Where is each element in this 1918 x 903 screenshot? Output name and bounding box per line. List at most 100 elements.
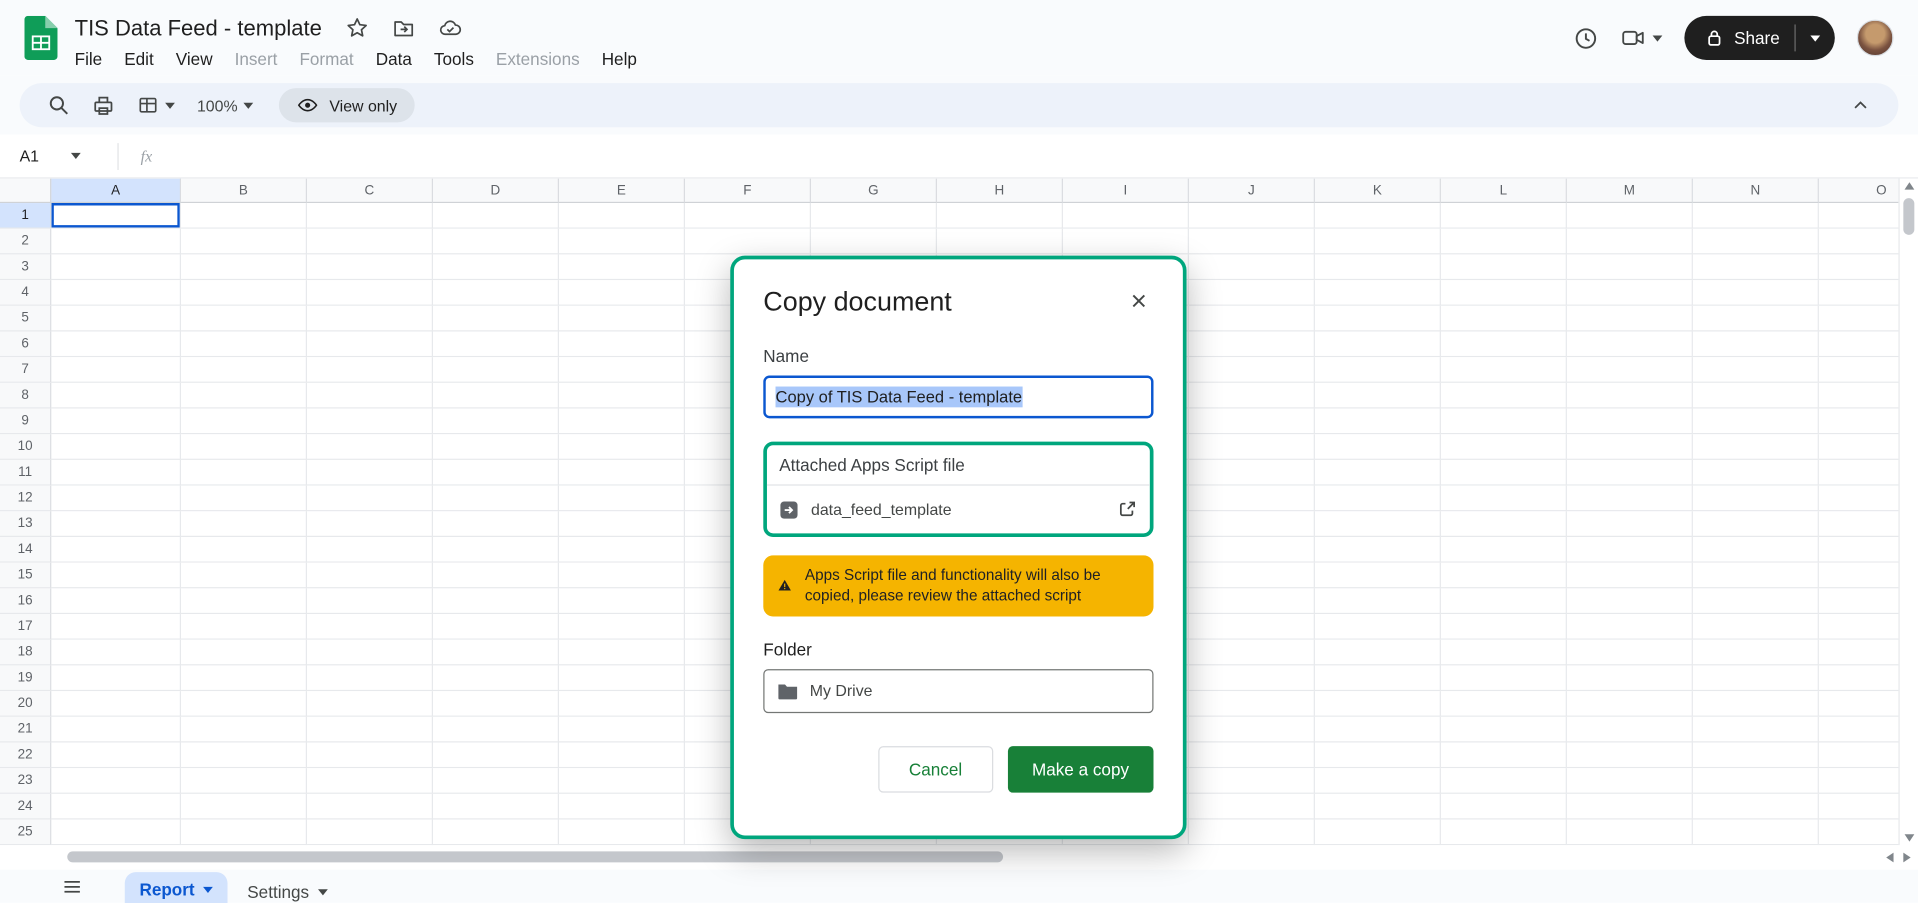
- cell-J4[interactable]: [1189, 280, 1315, 306]
- cell-M1[interactable]: [1567, 203, 1693, 229]
- row-header-22[interactable]: 22: [0, 742, 51, 768]
- cell-L2[interactable]: [1441, 229, 1567, 255]
- cell-K2[interactable]: [1315, 229, 1441, 255]
- cell-A8[interactable]: [51, 383, 181, 409]
- cell-D12[interactable]: [433, 486, 559, 512]
- cell-E18[interactable]: [559, 640, 685, 666]
- cell-B22[interactable]: [181, 742, 307, 768]
- cell-A25[interactable]: [51, 820, 181, 846]
- cell-L14[interactable]: [1441, 537, 1567, 563]
- cell-A7[interactable]: [51, 357, 181, 383]
- cell-N17[interactable]: [1693, 614, 1819, 640]
- cell-D23[interactable]: [433, 768, 559, 794]
- cell-L5[interactable]: [1441, 306, 1567, 332]
- cell-L4[interactable]: [1441, 280, 1567, 306]
- cell-A11[interactable]: [51, 460, 181, 486]
- cell-C22[interactable]: [307, 742, 433, 768]
- cell-E14[interactable]: [559, 537, 685, 563]
- cell-K3[interactable]: [1315, 254, 1441, 280]
- cell-E13[interactable]: [559, 511, 685, 537]
- cell-J9[interactable]: [1189, 409, 1315, 435]
- row-header-9[interactable]: 9: [0, 409, 51, 435]
- cell-B10[interactable]: [181, 434, 307, 460]
- row-header-16[interactable]: 16: [0, 588, 51, 614]
- cell-L6[interactable]: [1441, 331, 1567, 357]
- cell-J25[interactable]: [1189, 820, 1315, 846]
- vertical-scrollbar-thumb[interactable]: [1903, 198, 1914, 235]
- cell-N24[interactable]: [1693, 794, 1819, 820]
- cell-E10[interactable]: [559, 434, 685, 460]
- cell-L19[interactable]: [1441, 665, 1567, 691]
- cell-A15[interactable]: [51, 563, 181, 589]
- filter-views-button[interactable]: [128, 88, 183, 122]
- cell-A21[interactable]: [51, 717, 181, 743]
- cell-B14[interactable]: [181, 537, 307, 563]
- cell-E11[interactable]: [559, 460, 685, 486]
- cell-K7[interactable]: [1315, 357, 1441, 383]
- cell-K14[interactable]: [1315, 537, 1441, 563]
- make-a-copy-button[interactable]: Make a copy: [1007, 746, 1153, 792]
- cell-D4[interactable]: [433, 280, 559, 306]
- cell-C19[interactable]: [307, 665, 433, 691]
- cell-M15[interactable]: [1567, 563, 1693, 589]
- cell-O17[interactable]: [1819, 614, 1899, 640]
- cell-E17[interactable]: [559, 614, 685, 640]
- all-sheets-menu-icon[interactable]: [61, 876, 83, 903]
- cell-L20[interactable]: [1441, 691, 1567, 717]
- cell-N6[interactable]: [1693, 331, 1819, 357]
- cell-C12[interactable]: [307, 486, 433, 512]
- cell-A14[interactable]: [51, 537, 181, 563]
- cell-E19[interactable]: [559, 665, 685, 691]
- cell-J16[interactable]: [1189, 588, 1315, 614]
- menu-help[interactable]: Help: [591, 45, 648, 72]
- account-avatar[interactable]: [1857, 20, 1894, 57]
- cell-N13[interactable]: [1693, 511, 1819, 537]
- cell-G1[interactable]: [811, 203, 937, 229]
- cell-B16[interactable]: [181, 588, 307, 614]
- cell-D11[interactable]: [433, 460, 559, 486]
- cell-B23[interactable]: [181, 768, 307, 794]
- cell-D10[interactable]: [433, 434, 559, 460]
- scroll-right-arrow-icon[interactable]: [1903, 853, 1910, 863]
- cell-A24[interactable]: [51, 794, 181, 820]
- cell-A20[interactable]: [51, 691, 181, 717]
- cell-C23[interactable]: [307, 768, 433, 794]
- zoom-selector[interactable]: 100%: [188, 90, 262, 121]
- version-history-icon[interactable]: [1573, 25, 1599, 51]
- cell-E16[interactable]: [559, 588, 685, 614]
- cell-L15[interactable]: [1441, 563, 1567, 589]
- menu-edit[interactable]: Edit: [113, 45, 165, 72]
- cell-M8[interactable]: [1567, 383, 1693, 409]
- script-file-row[interactable]: data_feed_template: [767, 486, 1150, 534]
- cell-M6[interactable]: [1567, 331, 1693, 357]
- column-header-I[interactable]: I: [1063, 179, 1189, 203]
- cell-K24[interactable]: [1315, 794, 1441, 820]
- cell-K22[interactable]: [1315, 742, 1441, 768]
- cell-J11[interactable]: [1189, 460, 1315, 486]
- cell-J18[interactable]: [1189, 640, 1315, 666]
- print-button[interactable]: [83, 87, 123, 122]
- cell-C13[interactable]: [307, 511, 433, 537]
- cell-M19[interactable]: [1567, 665, 1693, 691]
- cell-N19[interactable]: [1693, 665, 1819, 691]
- cell-J12[interactable]: [1189, 486, 1315, 512]
- column-header-G[interactable]: G: [811, 179, 937, 203]
- cell-C2[interactable]: [307, 229, 433, 255]
- select-all-corner[interactable]: [0, 179, 51, 203]
- column-header-H[interactable]: H: [937, 179, 1063, 203]
- cell-O4[interactable]: [1819, 280, 1899, 306]
- cell-J22[interactable]: [1189, 742, 1315, 768]
- cell-N16[interactable]: [1693, 588, 1819, 614]
- cell-F2[interactable]: [685, 229, 811, 255]
- cell-L23[interactable]: [1441, 768, 1567, 794]
- cell-E4[interactable]: [559, 280, 685, 306]
- cell-J21[interactable]: [1189, 717, 1315, 743]
- cell-L16[interactable]: [1441, 588, 1567, 614]
- cell-N18[interactable]: [1693, 640, 1819, 666]
- cell-E8[interactable]: [559, 383, 685, 409]
- cell-K10[interactable]: [1315, 434, 1441, 460]
- column-header-F[interactable]: F: [685, 179, 811, 203]
- cell-A10[interactable]: [51, 434, 181, 460]
- cell-K20[interactable]: [1315, 691, 1441, 717]
- cell-D19[interactable]: [433, 665, 559, 691]
